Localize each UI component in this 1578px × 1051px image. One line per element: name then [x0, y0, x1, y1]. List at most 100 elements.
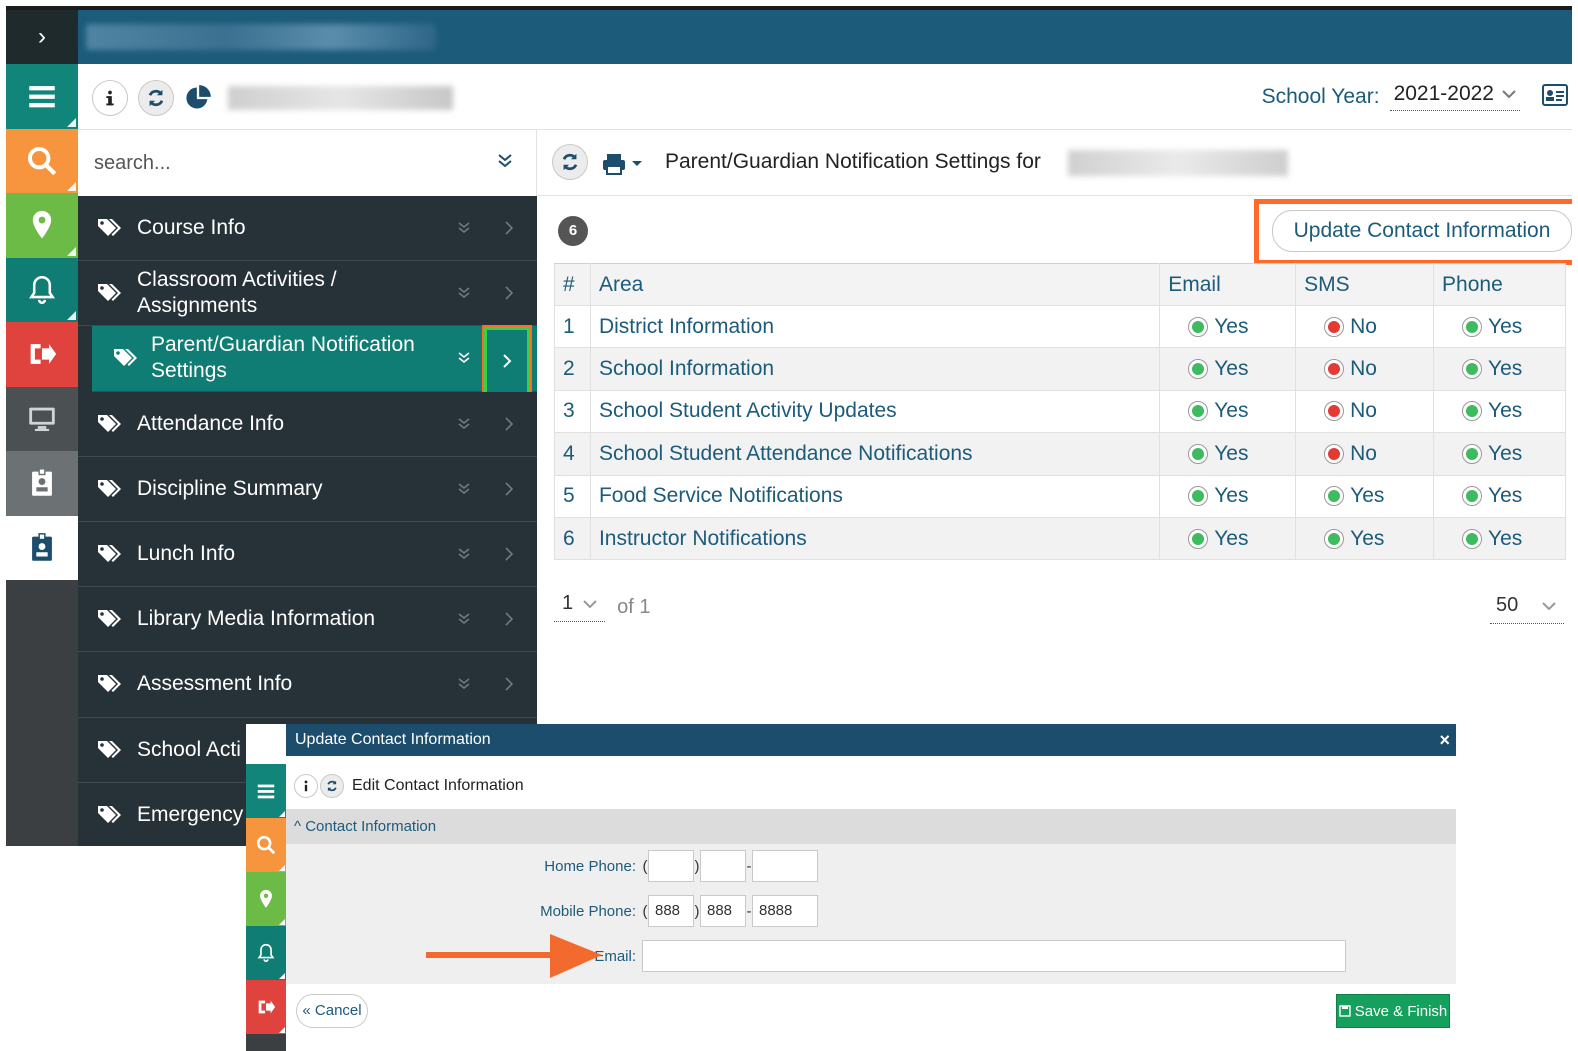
mobile-phone-prefix-input[interactable]: 888: [700, 895, 746, 927]
school-year-selector[interactable]: School Year: 2021-2022: [1262, 82, 1520, 111]
phone-status-radio[interactable]: Yes: [1462, 527, 1522, 551]
phone-status-radio[interactable]: Yes: [1462, 357, 1522, 381]
sms-status-radio[interactable]: No: [1324, 399, 1377, 423]
phone-status-radio[interactable]: Yes: [1462, 399, 1522, 423]
double-chevron-down-icon[interactable]: [456, 416, 472, 432]
update-contact-dialog: Update Contact Information × Edit Contac…: [246, 724, 1456, 1051]
home-phone-line-input[interactable]: [752, 850, 818, 882]
cancel-button[interactable]: « Cancel: [296, 994, 368, 1028]
phone-status-radio[interactable]: Yes: [1462, 484, 1522, 508]
student-badge-icon[interactable]: [6, 451, 78, 516]
search-icon[interactable]: [246, 818, 286, 872]
location-pin-icon[interactable]: [6, 193, 78, 258]
email-status-radio[interactable]: Yes: [1188, 399, 1248, 423]
phone-status-label: Yes: [1488, 441, 1523, 465]
chevron-right-icon[interactable]: [502, 674, 516, 694]
chevron-right-icon[interactable]: [502, 609, 516, 629]
sidebar-item-classroom-activities[interactable]: Classroom Activities / Assignments: [78, 261, 537, 327]
phone-status-radio[interactable]: Yes: [1462, 442, 1522, 466]
chevron-right-icon[interactable]: [502, 283, 516, 303]
contact-information-section-header[interactable]: ^ Contact Information: [286, 810, 1456, 844]
sidebar-item-discipline-summary[interactable]: Discipline Summary: [78, 456, 537, 522]
email-status-radio[interactable]: Yes: [1188, 527, 1248, 551]
sign-out-icon[interactable]: [6, 322, 78, 387]
sidebar-item-attendance-info[interactable]: Attendance Info: [78, 391, 537, 457]
page-size-selector[interactable]: 50: [1490, 594, 1564, 624]
close-icon[interactable]: ×: [1439, 724, 1450, 756]
double-chevron-down-icon[interactable]: [456, 220, 472, 236]
column-header-phone[interactable]: Phone: [1433, 263, 1566, 306]
student-badge-active-icon[interactable]: [6, 515, 78, 580]
double-chevron-down-icon[interactable]: [456, 546, 472, 562]
sms-status-radio[interactable]: Yes: [1324, 484, 1384, 508]
print-menu-button[interactable]: [602, 152, 650, 176]
chevron-right-icon[interactable]: [502, 218, 516, 238]
redacted-user-name: [228, 86, 453, 110]
sidebar-item-label: Lunch Info: [137, 542, 236, 566]
email-status-radio[interactable]: Yes: [1188, 484, 1248, 508]
home-phone-area-input[interactable]: [648, 850, 694, 882]
double-chevron-down-icon[interactable]: [456, 481, 472, 497]
email-status-radio[interactable]: Yes: [1188, 357, 1248, 381]
bell-icon[interactable]: [6, 257, 78, 322]
cell-sms: No: [1295, 304, 1435, 349]
save-and-finish-button[interactable]: Save & Finish: [1336, 994, 1450, 1028]
info-button[interactable]: [294, 774, 318, 798]
radio-on-icon: [1188, 359, 1209, 380]
double-chevron-down-icon[interactable]: [456, 676, 472, 692]
expand-toggle-button[interactable]: ›: [6, 10, 78, 64]
monitor-icon[interactable]: [6, 386, 78, 451]
bell-icon[interactable]: [246, 926, 286, 980]
sms-status-radio[interactable]: No: [1324, 315, 1377, 339]
column-header-email[interactable]: Email: [1159, 263, 1297, 306]
table-header-row: # Area Email SMS Phone: [554, 263, 1566, 306]
double-chevron-down-icon[interactable]: [496, 152, 514, 170]
double-chevron-down-icon[interactable]: [456, 285, 472, 301]
sidebar-item-lunch-info[interactable]: Lunch Info: [78, 521, 537, 588]
sidebar-item-course-info[interactable]: Course Info: [78, 196, 537, 262]
search-input[interactable]: search...: [94, 152, 171, 175]
column-header-sms[interactable]: SMS: [1295, 263, 1435, 306]
location-pin-icon[interactable]: [246, 872, 286, 926]
sms-status-label: No: [1350, 314, 1377, 338]
update-contact-information-button[interactable]: Update Contact Information: [1272, 210, 1572, 252]
email-status-radio[interactable]: Yes: [1188, 315, 1248, 339]
menu-icon[interactable]: [246, 764, 286, 818]
sms-status-radio[interactable]: Yes: [1324, 527, 1384, 551]
column-header-area[interactable]: Area: [589, 263, 1161, 306]
refresh-button[interactable]: [138, 80, 174, 116]
email-input[interactable]: [642, 940, 1346, 972]
double-chevron-down-icon[interactable]: [456, 350, 472, 366]
id-card-icon[interactable]: [1542, 84, 1568, 106]
school-year-value: 2021-2022: [1393, 82, 1494, 105]
menu-icon[interactable]: [6, 64, 78, 129]
sidebar-item-assessment-info[interactable]: Assessment Info: [78, 652, 537, 718]
chevron-right-icon[interactable]: [502, 414, 516, 434]
pie-chart-icon[interactable]: [184, 84, 212, 112]
info-button[interactable]: [92, 80, 128, 116]
page-selector[interactable]: 1: [554, 592, 606, 622]
column-header-num[interactable]: #: [554, 263, 591, 306]
school-year-dropdown[interactable]: 2021-2022: [1389, 82, 1520, 111]
highlighted-open-button[interactable]: [482, 325, 532, 397]
refresh-button[interactable]: [552, 144, 588, 180]
mobile-phone-line-input[interactable]: 8888: [752, 895, 818, 927]
sms-status-radio[interactable]: No: [1324, 442, 1377, 466]
cell-email: Yes: [1159, 389, 1297, 434]
chevron-right-icon[interactable]: [502, 479, 516, 499]
row-area: District Information: [589, 304, 1161, 349]
home-phone-prefix-input[interactable]: [700, 850, 746, 882]
sidebar-item-parent-guardian-notification-settings[interactable]: Parent/Guardian Notification Settings: [92, 326, 537, 392]
sms-status-radio[interactable]: No: [1324, 357, 1377, 381]
radio-on-icon: [1462, 528, 1483, 549]
phone-status-radio[interactable]: Yes: [1462, 315, 1522, 339]
mobile-phone-area-input[interactable]: 888: [648, 895, 694, 927]
sidebar-item-library-media-information[interactable]: Library Media Information: [78, 587, 537, 653]
open-button-inner[interactable]: [484, 327, 530, 395]
sign-out-icon[interactable]: [246, 980, 286, 1034]
email-status-radio[interactable]: Yes: [1188, 442, 1248, 466]
search-icon[interactable]: [6, 128, 78, 193]
chevron-right-icon[interactable]: [502, 544, 516, 564]
double-chevron-down-icon[interactable]: [456, 611, 472, 627]
refresh-button[interactable]: [320, 774, 344, 798]
